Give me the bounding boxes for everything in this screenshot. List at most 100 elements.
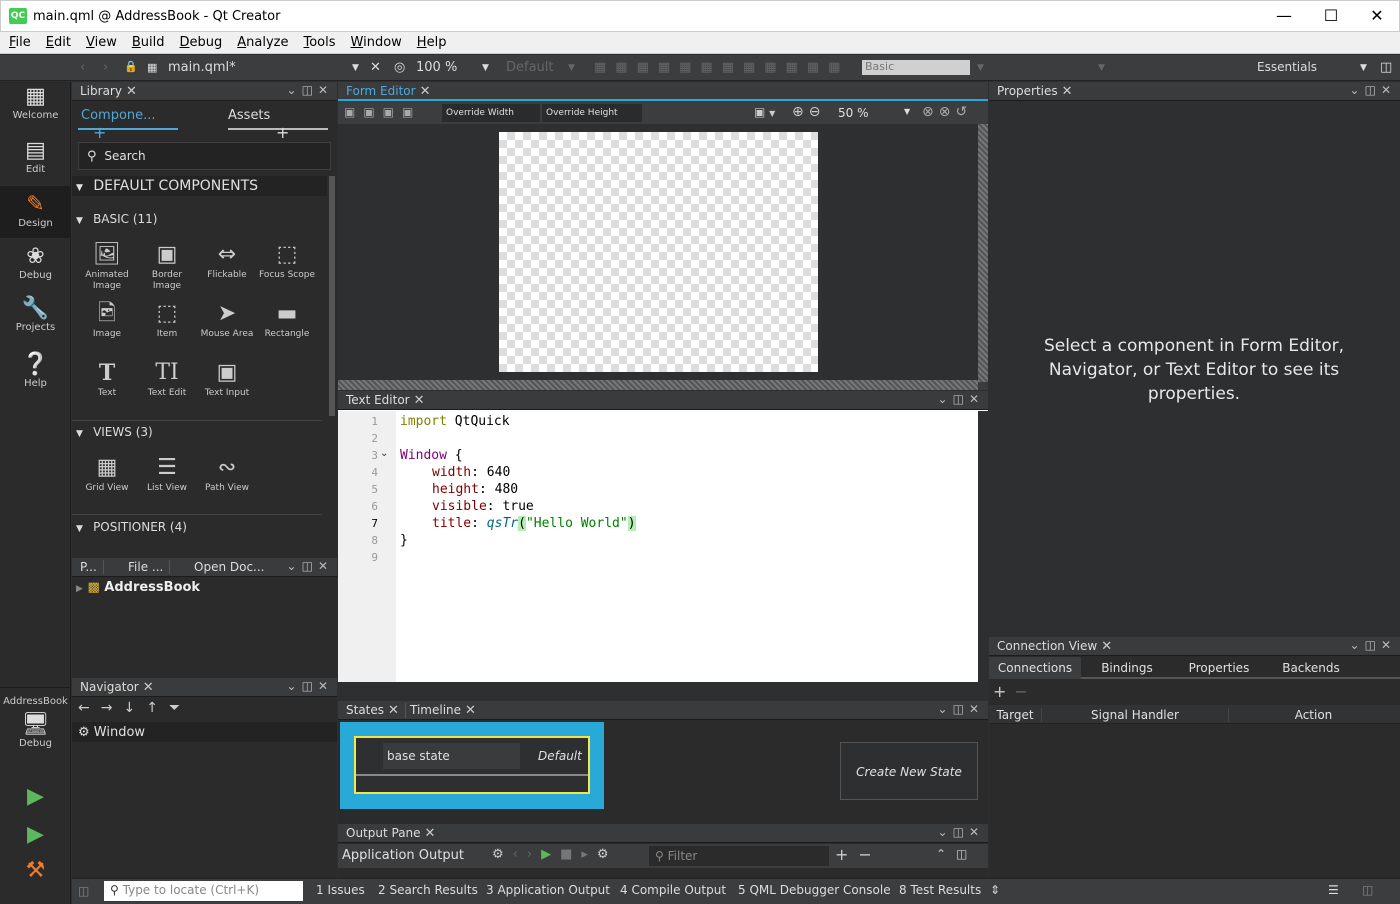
component-border-image[interactable]: ▣ Border Image bbox=[137, 240, 197, 292]
progress-toggle-icon[interactable]: ☰ bbox=[1328, 883, 1339, 897]
live-preview-icon[interactable]: ◎ bbox=[394, 60, 405, 75]
panel-controls[interactable]: ⌄◫✕ bbox=[1350, 638, 1396, 652]
maximize-controls[interactable]: ⌃◫ bbox=[936, 847, 977, 861]
selection-tools-icon[interactable]: ▣▣▣▣ bbox=[344, 105, 421, 119]
open-file-selector[interactable]: main.qml* bbox=[168, 60, 236, 75]
component-text-edit[interactable]: TI Text Edit bbox=[137, 358, 197, 399]
state-selector[interactable]: Default bbox=[506, 60, 554, 75]
column-target[interactable]: Target bbox=[989, 708, 1041, 722]
fit-reset-icons[interactable]: ⊗⊗↺ bbox=[922, 104, 972, 120]
menu-window[interactable]: Window bbox=[342, 32, 408, 50]
split-view-icon[interactable]: ◫ bbox=[1380, 60, 1392, 75]
menu-view[interactable]: View bbox=[77, 32, 123, 50]
default-components-header[interactable]: ▼ DEFAULT COMPONENTS bbox=[72, 176, 327, 196]
panel-controls[interactable]: ⌄◫✕ bbox=[938, 825, 984, 839]
close-icon[interactable]: ✕ bbox=[425, 826, 436, 841]
panel-controls[interactable]: ⌄◫✕ bbox=[1350, 83, 1396, 97]
filter-icon[interactable]: ⏷ bbox=[169, 700, 191, 716]
zoom-dropdown-icon[interactable]: ▼ bbox=[904, 107, 910, 116]
output-filter-input[interactable]: ⚲ Filter bbox=[649, 846, 829, 866]
column-action[interactable]: Action bbox=[1228, 708, 1398, 722]
menu-build[interactable]: Build bbox=[123, 32, 171, 50]
zoom-selector[interactable]: 100 % bbox=[416, 60, 457, 75]
run-button[interactable]: ▶ bbox=[0, 784, 71, 810]
states-tab[interactable]: States ✕ bbox=[340, 703, 406, 718]
text-editor-tab[interactable]: Text Editor ✕ bbox=[340, 393, 431, 408]
assets-tab[interactable]: Assets + bbox=[228, 108, 328, 142]
zoom-icons[interactable]: ⊕⊖ bbox=[792, 104, 825, 120]
workspace-dropdown-icon[interactable]: ▼ bbox=[1360, 63, 1367, 73]
state-name-input[interactable]: base state bbox=[383, 743, 520, 769]
component-grid-view[interactable]: ▦ Grid View bbox=[77, 453, 137, 494]
status-test-results[interactable]: 8 Test Results bbox=[899, 883, 981, 897]
component-image[interactable]: 🖻 Image bbox=[77, 299, 137, 340]
state-dropdown-icon[interactable]: ▼ bbox=[568, 63, 575, 73]
base-state-card[interactable]: base state Default bbox=[340, 722, 604, 809]
add-asset-icon[interactable]: + bbox=[276, 123, 289, 142]
file-dropdown-icon[interactable]: ▼ bbox=[352, 63, 359, 73]
text-editor-scrollbar[interactable] bbox=[978, 411, 988, 682]
panel-controls[interactable]: ⌄◫✕ bbox=[938, 392, 984, 406]
debug-run-button[interactable]: ▶ bbox=[0, 822, 71, 848]
code-line-5[interactable]: height: 480 bbox=[432, 481, 518, 498]
zoom-dropdown-icon[interactable]: ▼ bbox=[482, 63, 489, 73]
close-icon[interactable]: ✕ bbox=[465, 703, 476, 718]
mode-help[interactable]: ❔ Help bbox=[0, 352, 71, 400]
code-line-6[interactable]: visible: true bbox=[432, 498, 534, 515]
close-icon[interactable]: ✕ bbox=[1062, 84, 1073, 99]
tab-properties[interactable]: Properties bbox=[1173, 657, 1265, 679]
mode-welcome[interactable]: ▦ Welcome bbox=[0, 84, 71, 134]
output-pane-tab[interactable]: Output Pane ✕ bbox=[340, 826, 441, 841]
code-line-4[interactable]: width: 640 bbox=[432, 464, 510, 481]
style-dropdown-icon[interactable]: ▼ bbox=[977, 63, 984, 73]
close-icon[interactable]: ✕ bbox=[143, 680, 154, 695]
component-rectangle[interactable]: ▬ Rectangle bbox=[257, 299, 317, 340]
connection-view-tab[interactable]: Connection View ✕ bbox=[991, 639, 1118, 654]
expand-icon[interactable]: ▶ bbox=[76, 584, 83, 594]
close-document-icon[interactable]: ✕ bbox=[370, 60, 381, 75]
component-list-view[interactable]: ☰ List View bbox=[137, 453, 197, 494]
back-icon[interactable]: ‹ bbox=[80, 60, 85, 75]
sidebar-toggle-icon[interactable]: ◫ bbox=[78, 884, 89, 898]
mode-design[interactable]: ✎ Design bbox=[0, 186, 71, 238]
close-icon[interactable]: ✕ bbox=[388, 703, 399, 718]
tab-backends[interactable]: Backends bbox=[1265, 657, 1357, 679]
navigator-toolbar[interactable]: ←→↓↑⏷ bbox=[78, 700, 191, 716]
close-icon[interactable]: ✕ bbox=[126, 84, 137, 99]
close-window-button[interactable]: ✕ bbox=[1354, 1, 1400, 31]
component-flickable[interactable]: ⇔ Flickable bbox=[197, 240, 257, 281]
zoom-level[interactable]: 50 % bbox=[838, 106, 869, 120]
style-selector[interactable]: Basic bbox=[862, 60, 970, 75]
component-text[interactable]: T Text bbox=[77, 358, 137, 399]
menu-file[interactable]: File bbox=[0, 32, 37, 50]
component-text-input[interactable]: ▣ Text Input bbox=[197, 358, 257, 399]
override-width-input[interactable]: Override Width bbox=[442, 104, 540, 122]
close-icon[interactable]: ✕ bbox=[414, 393, 425, 408]
locate-input[interactable]: ⚲ Type to locate (Ctrl+K) bbox=[104, 881, 303, 901]
status-search-results[interactable]: 2 Search Results bbox=[378, 883, 478, 897]
group-positioner[interactable]: ▼ POSITIONER (4) bbox=[76, 520, 187, 535]
library-search-input[interactable]: ⚲ Search bbox=[78, 142, 331, 170]
background-color-icon[interactable]: ▣ ▼ bbox=[754, 105, 775, 119]
code-line-7[interactable]: title: qsTr("Hello World") bbox=[432, 515, 636, 532]
zoom-controls[interactable]: +− bbox=[835, 845, 882, 864]
component-path-view[interactable]: ∾ Path View bbox=[197, 453, 257, 494]
dropdown-icon[interactable]: ▼ bbox=[1098, 63, 1105, 73]
menu-edit[interactable]: Edit bbox=[37, 32, 77, 50]
build-button[interactable]: ⚒ bbox=[0, 858, 71, 884]
group-basic[interactable]: ▼ BASIC (11) bbox=[76, 212, 158, 227]
close-icon[interactable]: ✕ bbox=[1101, 639, 1112, 654]
library-scrollbar[interactable] bbox=[329, 176, 335, 416]
projects-tab[interactable]: P... bbox=[74, 560, 104, 574]
navigator-tab[interactable]: Navigator ✕ bbox=[74, 680, 160, 695]
panel-controls[interactable]: ⌄◫✕ bbox=[287, 559, 333, 573]
tab-connections[interactable]: Connections bbox=[989, 657, 1081, 679]
library-tab[interactable]: Library ✕ bbox=[74, 84, 143, 99]
menu-help[interactable]: Help bbox=[408, 32, 453, 50]
status-qml-debugger-console[interactable]: 5 QML Debugger Console bbox=[738, 883, 891, 897]
workspace-selector[interactable]: Essentials bbox=[1257, 60, 1317, 74]
menu-tools[interactable]: Tools bbox=[294, 32, 341, 50]
component-animated-image[interactable]: 🖼 Animated Image bbox=[77, 240, 137, 292]
project-tree-root[interactable]: ▶ ▩ AddressBook bbox=[76, 580, 200, 595]
file-system-tab[interactable]: File ... bbox=[122, 560, 171, 574]
